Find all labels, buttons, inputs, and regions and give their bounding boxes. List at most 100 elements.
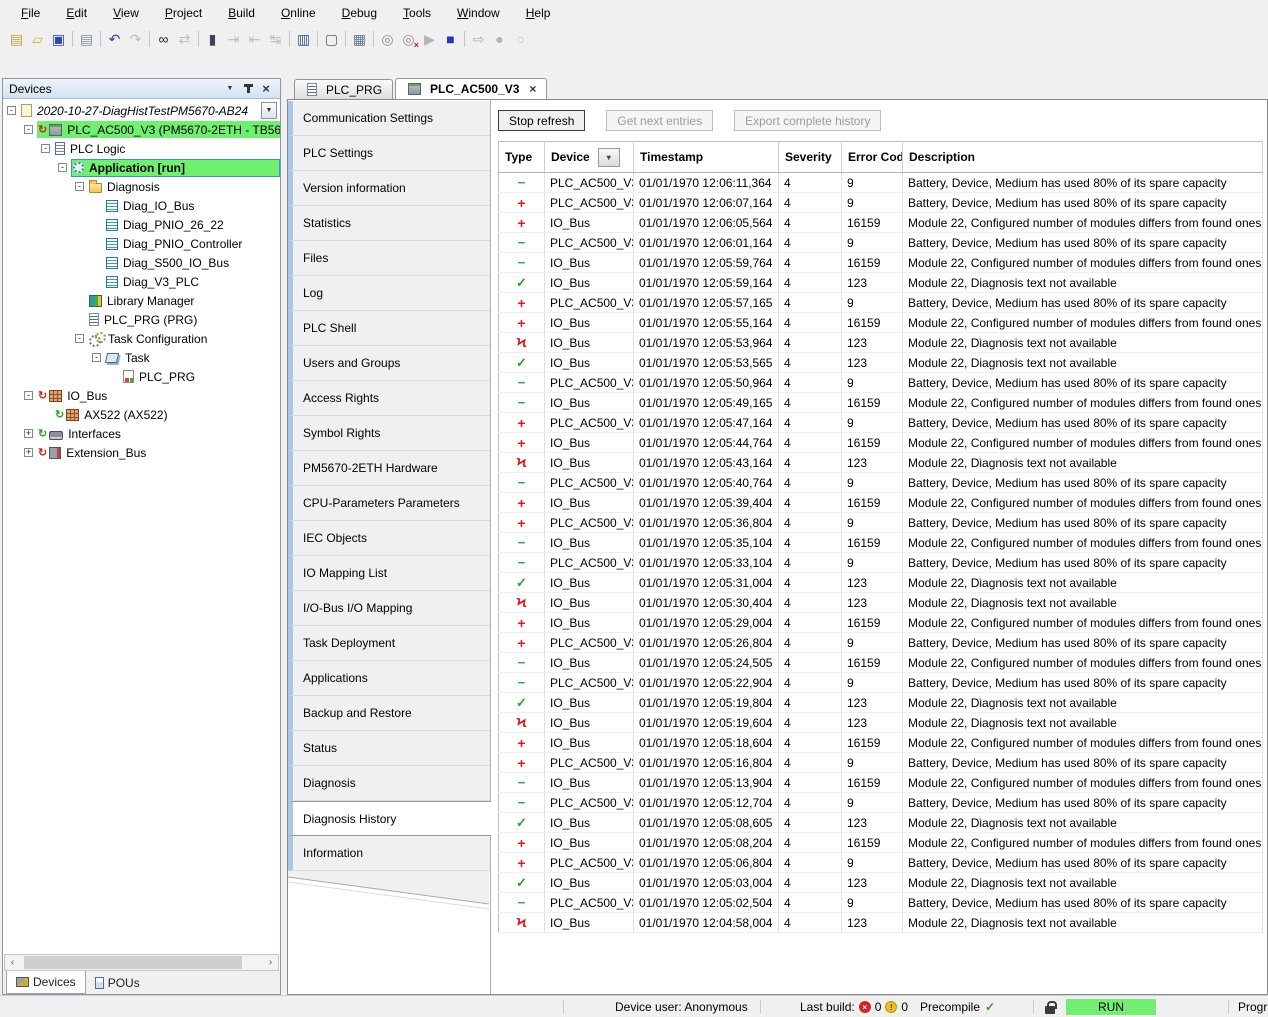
table-row[interactable]: PLC_AC500_V301/01/1970 12:06:01,16449Bat… bbox=[499, 233, 1263, 253]
table-row[interactable]: IO_Bus01/01/1970 12:05:29,004416159Modul… bbox=[499, 613, 1263, 633]
nav-item-diagnosis[interactable]: Diagnosis bbox=[288, 766, 490, 801]
tree-item-extension-bus[interactable]: ↻Extension_Bus bbox=[3, 443, 280, 462]
run-icon[interactable]: ▶ bbox=[419, 29, 440, 49]
login-icon[interactable]: ◎ bbox=[377, 29, 398, 49]
project-dropdown-icon[interactable] bbox=[261, 102, 277, 119]
tree-item-diag-pnio-controller[interactable]: Diag_PNIO_Controller bbox=[3, 234, 280, 253]
step-over-icon[interactable]: ⇨ bbox=[468, 29, 489, 49]
column-device[interactable]: Device bbox=[545, 142, 634, 173]
table-row[interactable]: IO_Bus01/01/1970 12:05:19,6044123Module … bbox=[499, 713, 1263, 733]
scroll-right-icon[interactable]: › bbox=[263, 957, 278, 968]
nav-item-applications[interactable]: Applications bbox=[288, 661, 490, 696]
editor-tab-plc-ac500-v3[interactable]: PLC_AC500_V3 bbox=[395, 78, 547, 99]
scrollbar-track[interactable] bbox=[20, 955, 263, 970]
tree-item-diag-v3-plc[interactable]: Diag_V3_PLC bbox=[3, 272, 280, 291]
scrollbar-thumb[interactable] bbox=[24, 956, 242, 969]
print-icon[interactable]: ▤ bbox=[76, 29, 97, 49]
table-row[interactable]: IO_Bus01/01/1970 12:05:35,104416159Modul… bbox=[499, 533, 1263, 553]
tree-item-application-run[interactable]: Application [run] bbox=[3, 158, 280, 177]
tree-item-plc-ac500-v3-pm5670-2eth-tb5610-2[interactable]: ↻PLC_AC500_V3 (PM5670-2ETH - TB5610-2 bbox=[3, 120, 280, 139]
new-project-icon[interactable]: ▤ bbox=[6, 29, 27, 49]
table-row[interactable]: PLC_AC500_V301/01/1970 12:05:33,10449Bat… bbox=[499, 553, 1263, 573]
menu-tools[interactable]: Tools bbox=[390, 2, 444, 24]
new-object-icon[interactable]: ▢ bbox=[321, 29, 342, 49]
nav-item-iec-objects[interactable]: IEC Objects bbox=[288, 521, 490, 556]
breakpoint-outline-icon[interactable]: ○ bbox=[510, 29, 531, 49]
tree-item-io-bus[interactable]: ↻IO_Bus bbox=[3, 386, 280, 405]
table-row[interactable]: IO_Bus01/01/1970 12:05:18,604416159Modul… bbox=[499, 733, 1263, 753]
tree-item-diag-pnio-26-22[interactable]: Diag_PNIO_26_22 bbox=[3, 215, 280, 234]
table-row[interactable]: IO_Bus01/01/1970 12:04:58,0044123Module … bbox=[499, 913, 1263, 933]
column-timestamp[interactable]: Timestamp bbox=[634, 142, 779, 173]
table-row[interactable]: PLC_AC500_V301/01/1970 12:05:12,70449Bat… bbox=[499, 793, 1263, 813]
tree-item-plc-prg-prg[interactable]: PLC_PRG (PRG) bbox=[3, 310, 280, 329]
expander-icon[interactable] bbox=[75, 334, 84, 343]
menu-build[interactable]: Build bbox=[215, 2, 268, 24]
expander-icon[interactable] bbox=[24, 125, 33, 134]
menu-window[interactable]: Window bbox=[444, 2, 513, 24]
menu-file[interactable]: File bbox=[8, 2, 53, 24]
nav-item-i-o-bus-i-o-mapping[interactable]: I/O-Bus I/O Mapping bbox=[288, 591, 490, 626]
tree-item-ax522-ax522[interactable]: ↻AX522 (AX522) bbox=[3, 405, 280, 424]
column-type[interactable]: Type bbox=[499, 142, 545, 173]
nav-item-task-deployment[interactable]: Task Deployment bbox=[288, 626, 490, 661]
nav-item-files[interactable]: Files bbox=[288, 241, 490, 276]
bookmark-next-icon[interactable]: ⇥ bbox=[223, 29, 244, 49]
logout-icon[interactable]: ◎× bbox=[398, 29, 419, 49]
expander-icon[interactable] bbox=[75, 182, 84, 191]
tree-item-task[interactable]: Task bbox=[3, 348, 280, 367]
tree-item-plc-logic[interactable]: PLC Logic bbox=[3, 139, 280, 158]
table-row[interactable]: IO_Bus01/01/1970 12:05:43,1644123Module … bbox=[499, 453, 1263, 473]
bookmark-previous-icon[interactable]: ⇤ bbox=[244, 29, 265, 49]
nav-item-status[interactable]: Status bbox=[288, 731, 490, 766]
table-row[interactable]: IO_Bus01/01/1970 12:05:31,0044123Module … bbox=[499, 573, 1263, 593]
table-row[interactable]: IO_Bus01/01/1970 12:05:49,165416159Modul… bbox=[499, 393, 1263, 413]
device-filter-icon[interactable] bbox=[598, 148, 620, 167]
pin-icon[interactable] bbox=[240, 81, 256, 96]
tab-pous[interactable]: POUs bbox=[86, 971, 149, 994]
nav-item-plc-settings[interactable]: PLC Settings bbox=[288, 136, 490, 171]
nav-item-users-and-groups[interactable]: Users and Groups bbox=[288, 346, 490, 381]
table-row[interactable]: IO_Bus01/01/1970 12:06:05,564416159Modul… bbox=[499, 213, 1263, 233]
find-icon[interactable]: ∞ bbox=[153, 29, 174, 49]
table-row[interactable]: PLC_AC500_V301/01/1970 12:05:50,96449Bat… bbox=[499, 373, 1263, 393]
expander-icon[interactable] bbox=[24, 391, 33, 400]
panel-menu-icon[interactable] bbox=[222, 81, 238, 96]
table-row[interactable]: IO_Bus01/01/1970 12:05:39,404416159Modul… bbox=[499, 493, 1263, 513]
nav-item-log[interactable]: Log bbox=[288, 276, 490, 311]
table-row[interactable]: PLC_AC500_V301/01/1970 12:05:02,50449Bat… bbox=[499, 893, 1263, 913]
nav-item-plc-shell[interactable]: PLC Shell bbox=[288, 311, 490, 346]
bookmark-toggle-icon[interactable]: ▮ bbox=[202, 29, 223, 49]
table-row[interactable]: PLC_AC500_V301/01/1970 12:06:07,16449Bat… bbox=[499, 193, 1263, 213]
nav-item-information[interactable]: Information bbox=[288, 836, 490, 871]
nav-item-diagnosis-history[interactable]: Diagnosis History bbox=[288, 801, 491, 836]
tree-item-plc-prg[interactable]: PLC_PRG bbox=[3, 367, 280, 386]
nav-item-io-mapping-list[interactable]: IO Mapping List bbox=[288, 556, 490, 591]
tree-item-diag-s500-io-bus[interactable]: Diag_S500_IO_Bus bbox=[3, 253, 280, 272]
tree-item-task-configuration[interactable]: Task Configuration bbox=[3, 329, 280, 348]
nav-item-symbol-rights[interactable]: Symbol Rights bbox=[288, 416, 490, 451]
nav-item-backup-and-restore[interactable]: Backup and Restore bbox=[288, 696, 490, 731]
menu-debug[interactable]: Debug bbox=[329, 2, 390, 24]
table-row[interactable]: IO_Bus01/01/1970 12:05:03,0044123Module … bbox=[499, 873, 1263, 893]
tree-item-diag-io-bus[interactable]: Diag_IO_Bus bbox=[3, 196, 280, 215]
table-row[interactable]: IO_Bus01/01/1970 12:05:53,9644123Module … bbox=[499, 333, 1263, 353]
tab-devices[interactable]: Devices bbox=[6, 971, 86, 994]
table-row[interactable]: IO_Bus01/01/1970 12:05:13,904416159Modul… bbox=[499, 773, 1263, 793]
tree-item-diagnosis[interactable]: Diagnosis bbox=[3, 177, 280, 196]
table-row[interactable]: PLC_AC500_V301/01/1970 12:05:16,80449Bat… bbox=[499, 753, 1263, 773]
nav-item-cpu-parameters-parameters[interactable]: CPU-Parameters Parameters bbox=[288, 486, 490, 521]
breakpoint-icon[interactable]: ● bbox=[489, 29, 510, 49]
nav-item-pm5670-2eth-hardware[interactable]: PM5670-2ETH Hardware bbox=[288, 451, 490, 486]
save-project-icon[interactable]: ▣ bbox=[48, 29, 69, 49]
expander-icon[interactable] bbox=[24, 448, 33, 457]
table-row[interactable]: PLC_AC500_V301/01/1970 12:05:22,90449Bat… bbox=[499, 673, 1263, 693]
nav-item-access-rights[interactable]: Access Rights bbox=[288, 381, 490, 416]
table-row[interactable]: IO_Bus01/01/1970 12:05:24,505416159Modul… bbox=[499, 653, 1263, 673]
table-row[interactable]: PLC_AC500_V301/01/1970 12:05:36,80449Bat… bbox=[499, 513, 1263, 533]
undo-icon[interactable]: ↶ bbox=[104, 29, 125, 49]
table-row[interactable]: IO_Bus01/01/1970 12:05:30,4044123Module … bbox=[499, 593, 1263, 613]
expander-icon[interactable] bbox=[24, 429, 33, 438]
tree-item-library-manager[interactable]: Library Manager bbox=[3, 291, 280, 310]
bookmark-clear-icon[interactable]: ↹ bbox=[265, 29, 286, 49]
